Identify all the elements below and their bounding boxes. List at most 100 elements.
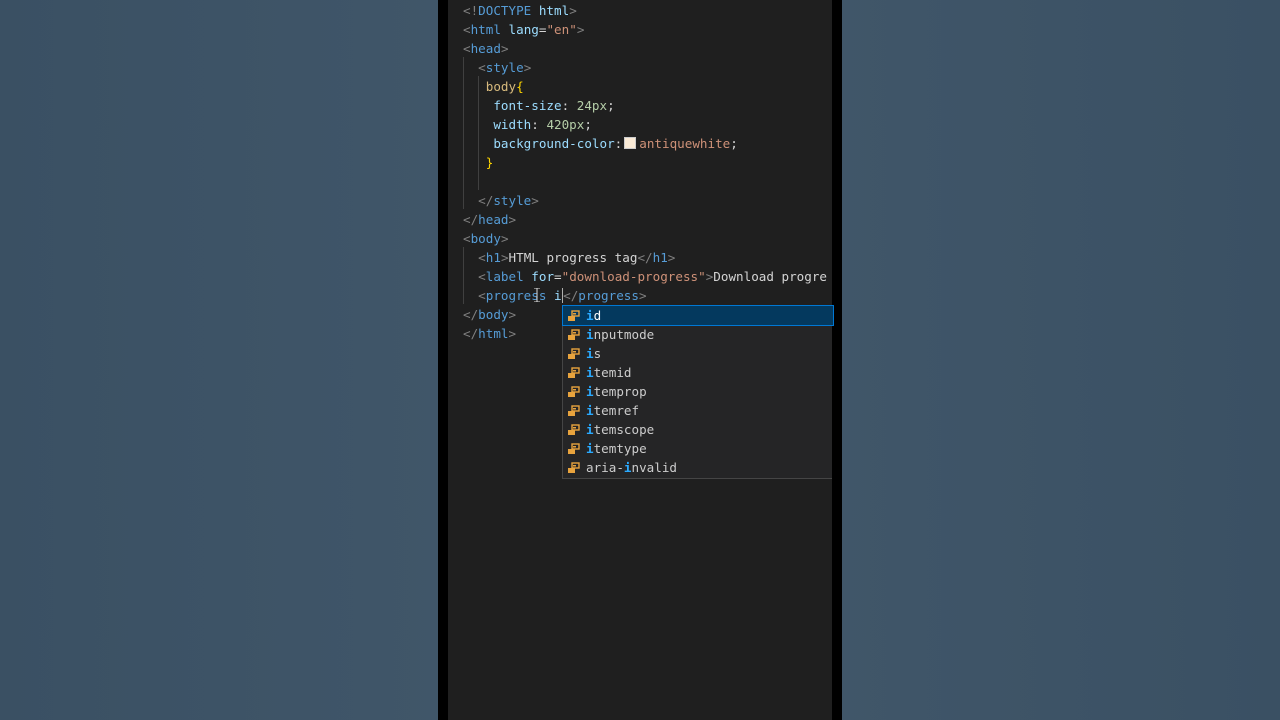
suggestion-text: temprop (593, 384, 647, 399)
code-token: = (554, 269, 562, 284)
color-swatch-icon[interactable] (624, 137, 637, 149)
code-line[interactable]: </html> (463, 324, 516, 343)
suggestion-item[interactable]: itemtype (563, 439, 833, 458)
suggestion-item[interactable]: id (562, 305, 834, 326)
code-token: DOCTYPE (478, 3, 532, 18)
code-line[interactable]: </style> (463, 191, 539, 210)
code-token: > (500, 250, 509, 265)
suggestion-label: itemtype (586, 439, 647, 458)
code-token: head (478, 212, 509, 227)
code-token: > (508, 307, 517, 322)
code-token: </ (463, 212, 479, 227)
code-token: < (463, 22, 471, 37)
code-line[interactable]: <!DOCTYPE html> (463, 1, 577, 20)
code-token: } (485, 155, 494, 170)
property-icon (567, 442, 581, 455)
code-token: > (638, 288, 647, 303)
suggestion-match: i (586, 308, 594, 323)
suggestion-match: i (586, 365, 594, 380)
suggestion-match: i (586, 346, 594, 361)
code-token: style (493, 193, 532, 208)
property-icon (567, 423, 581, 436)
suggestion-item[interactable]: itemref (563, 401, 833, 420)
code-line[interactable]: <html lang="en"> (463, 20, 584, 39)
suggestion-text: temref (593, 403, 640, 418)
suggestion-item[interactable]: is (563, 344, 833, 363)
code-token: : (531, 117, 547, 132)
code-line[interactable]: body{ (463, 77, 524, 96)
suggestion-item[interactable]: itemscope (563, 420, 833, 439)
code-line[interactable]: } (463, 153, 494, 172)
code-token: i (554, 288, 562, 303)
code-token: for (531, 269, 555, 284)
property-icon (567, 385, 581, 398)
code-token: > (531, 193, 539, 208)
code-token: "en" (546, 22, 577, 37)
code-token: </ (463, 326, 479, 341)
code-line[interactable]: <head> (463, 39, 509, 58)
suggestion-text: temid (593, 365, 632, 380)
suggestion-label: itemid (586, 363, 632, 382)
code-line[interactable]: background-color: antiquewhite; (463, 134, 738, 153)
code-token: Download progre (713, 269, 828, 284)
suggestion-item[interactable]: itemid (563, 363, 833, 382)
code-token: > (508, 212, 517, 227)
code-token: progress (578, 288, 639, 303)
code-line[interactable]: <progress i </progress> (463, 286, 647, 305)
code-token: <! (463, 3, 479, 18)
code-line[interactable]: <h1>HTML progress tag</h1> (463, 248, 675, 267)
code-line[interactable]: <body> (463, 229, 509, 248)
code-line[interactable]: <label for="download-progress">Download … (463, 267, 827, 286)
code-token: body (470, 231, 501, 246)
suggestion-label: itemref (586, 401, 639, 420)
code-token: < (478, 288, 486, 303)
suggestion-match: i (586, 327, 594, 342)
code-token: > (576, 22, 585, 37)
code-token: 24px (576, 98, 608, 113)
code-token: body (485, 79, 517, 94)
suggestion-match: i (586, 441, 594, 456)
code-token: > (667, 250, 676, 265)
code-line[interactable]: <style> (463, 58, 531, 77)
code-token: > (508, 326, 517, 341)
code-token: > (500, 41, 509, 56)
suggestion-label: itemprop (586, 382, 647, 401)
property-icon (567, 461, 581, 474)
code-line[interactable]: </head> (463, 210, 516, 229)
code-token: style (485, 60, 524, 75)
suggestion-item[interactable]: aria-invalid (563, 458, 833, 477)
autocomplete-suggestion-list[interactable]: id inputmode is itemid itemprop itemref itemsc… (562, 305, 834, 479)
code-line[interactable]: font-size: 24px; (463, 96, 614, 115)
suggestion-match: i (586, 384, 594, 399)
property-icon (567, 404, 581, 417)
code-token: < (463, 41, 471, 56)
suggestion-text: aria- (586, 460, 624, 475)
code-token: "download-progress" (561, 269, 706, 284)
code-token: </ (463, 307, 479, 322)
suggestion-item[interactable]: itemprop (563, 382, 833, 401)
suggestion-text: d (593, 308, 602, 323)
code-token: ; (730, 136, 738, 151)
mouse-ibeam-cursor-icon (534, 288, 540, 302)
code-token: body (478, 307, 509, 322)
code-token: html (478, 326, 509, 341)
code-token: </ (478, 193, 494, 208)
suggestion-text: s (593, 346, 602, 361)
code-token: < (478, 269, 486, 284)
suggestion-item[interactable]: inputmode (563, 325, 833, 344)
property-icon (567, 328, 581, 341)
code-line[interactable]: width: 420px; (463, 115, 592, 134)
suggestion-text: temtype (593, 441, 647, 456)
property-icon (567, 366, 581, 379)
code-token: < (478, 250, 486, 265)
suggestion-label: id (586, 306, 601, 325)
code-line[interactable]: </body> (463, 305, 516, 324)
suggestion-text: temscope (593, 422, 655, 437)
